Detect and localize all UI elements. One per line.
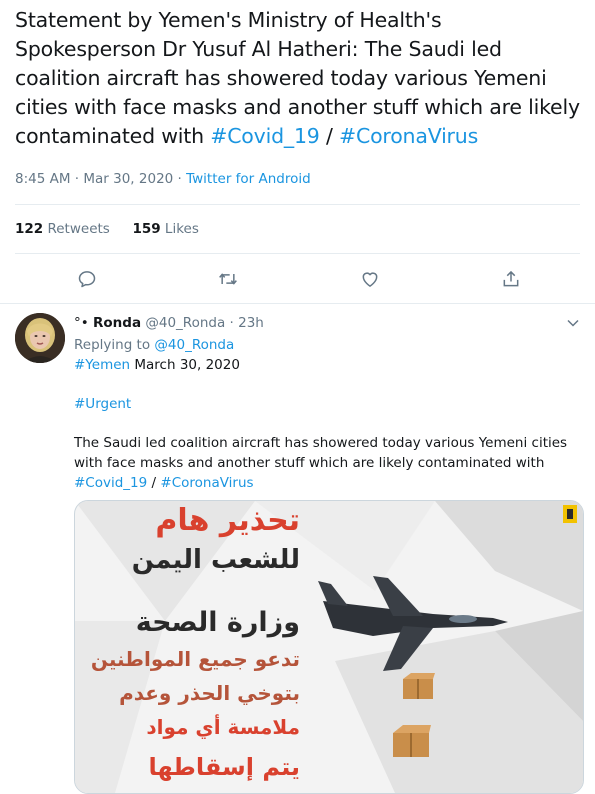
retweet-icon: [219, 273, 237, 285]
retweets-stat[interactable]: 122 Retweets: [15, 221, 110, 237]
user-handle[interactable]: @40_Ronda: [145, 315, 225, 331]
name-prefix: °•: [74, 315, 89, 331]
like-count: 159: [132, 221, 161, 237]
image-text-line: يتم إسقاطها: [148, 753, 300, 781]
avatar-image: [15, 313, 65, 363]
image-text-line: تحذير هام: [155, 503, 300, 538]
retweet-label: Retweets: [43, 221, 110, 237]
reply-tweet[interactable]: °• Ronda @40_Ronda · 23h Replying to @40…: [74, 313, 579, 493]
tweet-text: Statement by Yemen's Ministry of Health'…: [15, 6, 580, 151]
arabic-text-block: تحذير هام للشعب اليمن وزارة الصحة تدعو ج…: [75, 501, 300, 793]
tweet-stats: 122 Retweets 159 Likes: [15, 221, 199, 237]
reply-button[interactable]: [70, 262, 104, 296]
likes-stat[interactable]: 159 Likes: [132, 221, 198, 237]
tweet-source-link[interactable]: Twitter for Android: [186, 171, 311, 187]
hashtag-covid-link[interactable]: #Covid_19: [210, 124, 320, 148]
reply-body-text: The Saudi led coalition aircraft has sho…: [74, 435, 568, 471]
reply-icon: [78, 271, 96, 288]
header-separator: ·: [225, 315, 239, 331]
share-button[interactable]: [494, 262, 528, 296]
reply-date-text: March 30, 2020: [130, 357, 240, 373]
attached-image[interactable]: تحذير هام للشعب اليمن وزارة الصحة تدعو ج…: [74, 500, 584, 794]
reply-line-urgent: #Urgent: [74, 394, 579, 414]
share-icon: [503, 270, 519, 287]
tweet-meta: 8:45 AM · Mar 30, 2020 · Twitter for And…: [15, 171, 311, 187]
fighter-jet-image: [318, 576, 508, 671]
divider: [0, 303, 595, 304]
reply-hashtag-covid-link[interactable]: #Covid_19: [74, 475, 147, 491]
heart-icon: [362, 272, 378, 287]
like-label: Likes: [160, 221, 199, 237]
tweet-timestamp[interactable]: 8:45 AM · Mar 30, 2020 ·: [15, 171, 186, 187]
divider: [15, 253, 580, 254]
replying-to-label: Replying to: [74, 337, 155, 353]
image-text-line: وزارة الصحة: [135, 607, 300, 638]
image-text-line: بتوخي الحذر وعدم: [119, 681, 300, 705]
image-text-line: للشعب اليمن: [131, 545, 300, 575]
retweet-button[interactable]: [211, 262, 245, 296]
box-icon: [393, 725, 431, 757]
reply-hashtag-separator: /: [147, 475, 161, 491]
divider: [15, 204, 580, 205]
replying-to: Replying to @40_Ronda: [74, 335, 579, 355]
retweet-count: 122: [15, 221, 44, 237]
avatar[interactable]: [15, 313, 65, 363]
more-options-button[interactable]: [563, 313, 583, 333]
reply-line-yemen: #Yemen March 30, 2020: [74, 355, 579, 375]
tweet-action-bar: [0, 262, 595, 296]
like-button[interactable]: [353, 262, 387, 296]
user-name[interactable]: Ronda: [93, 315, 141, 331]
image-text-line: ملامسة أي مواد: [146, 715, 300, 739]
replying-to-handle-link[interactable]: @40_Ronda: [154, 337, 234, 353]
tweet-age[interactable]: 23h: [238, 315, 264, 331]
box-icon: [403, 673, 435, 699]
hashtag-yemen-link[interactable]: #Yemen: [74, 357, 130, 373]
reply-body: The Saudi led coalition aircraft has sho…: [74, 433, 579, 493]
hashtag-coronavirus-link[interactable]: #CoronaVirus: [339, 124, 478, 148]
reply-header: °• Ronda @40_Ronda · 23h: [74, 313, 579, 333]
image-text-line: تدعو جميع المواطنين: [90, 647, 300, 671]
reply-hashtag-coronavirus-link[interactable]: #CoronaVirus: [160, 475, 253, 491]
chevron-down-icon: [567, 319, 579, 327]
hashtag-urgent-link[interactable]: #Urgent: [74, 396, 131, 412]
hashtag-separator: /: [319, 124, 339, 148]
